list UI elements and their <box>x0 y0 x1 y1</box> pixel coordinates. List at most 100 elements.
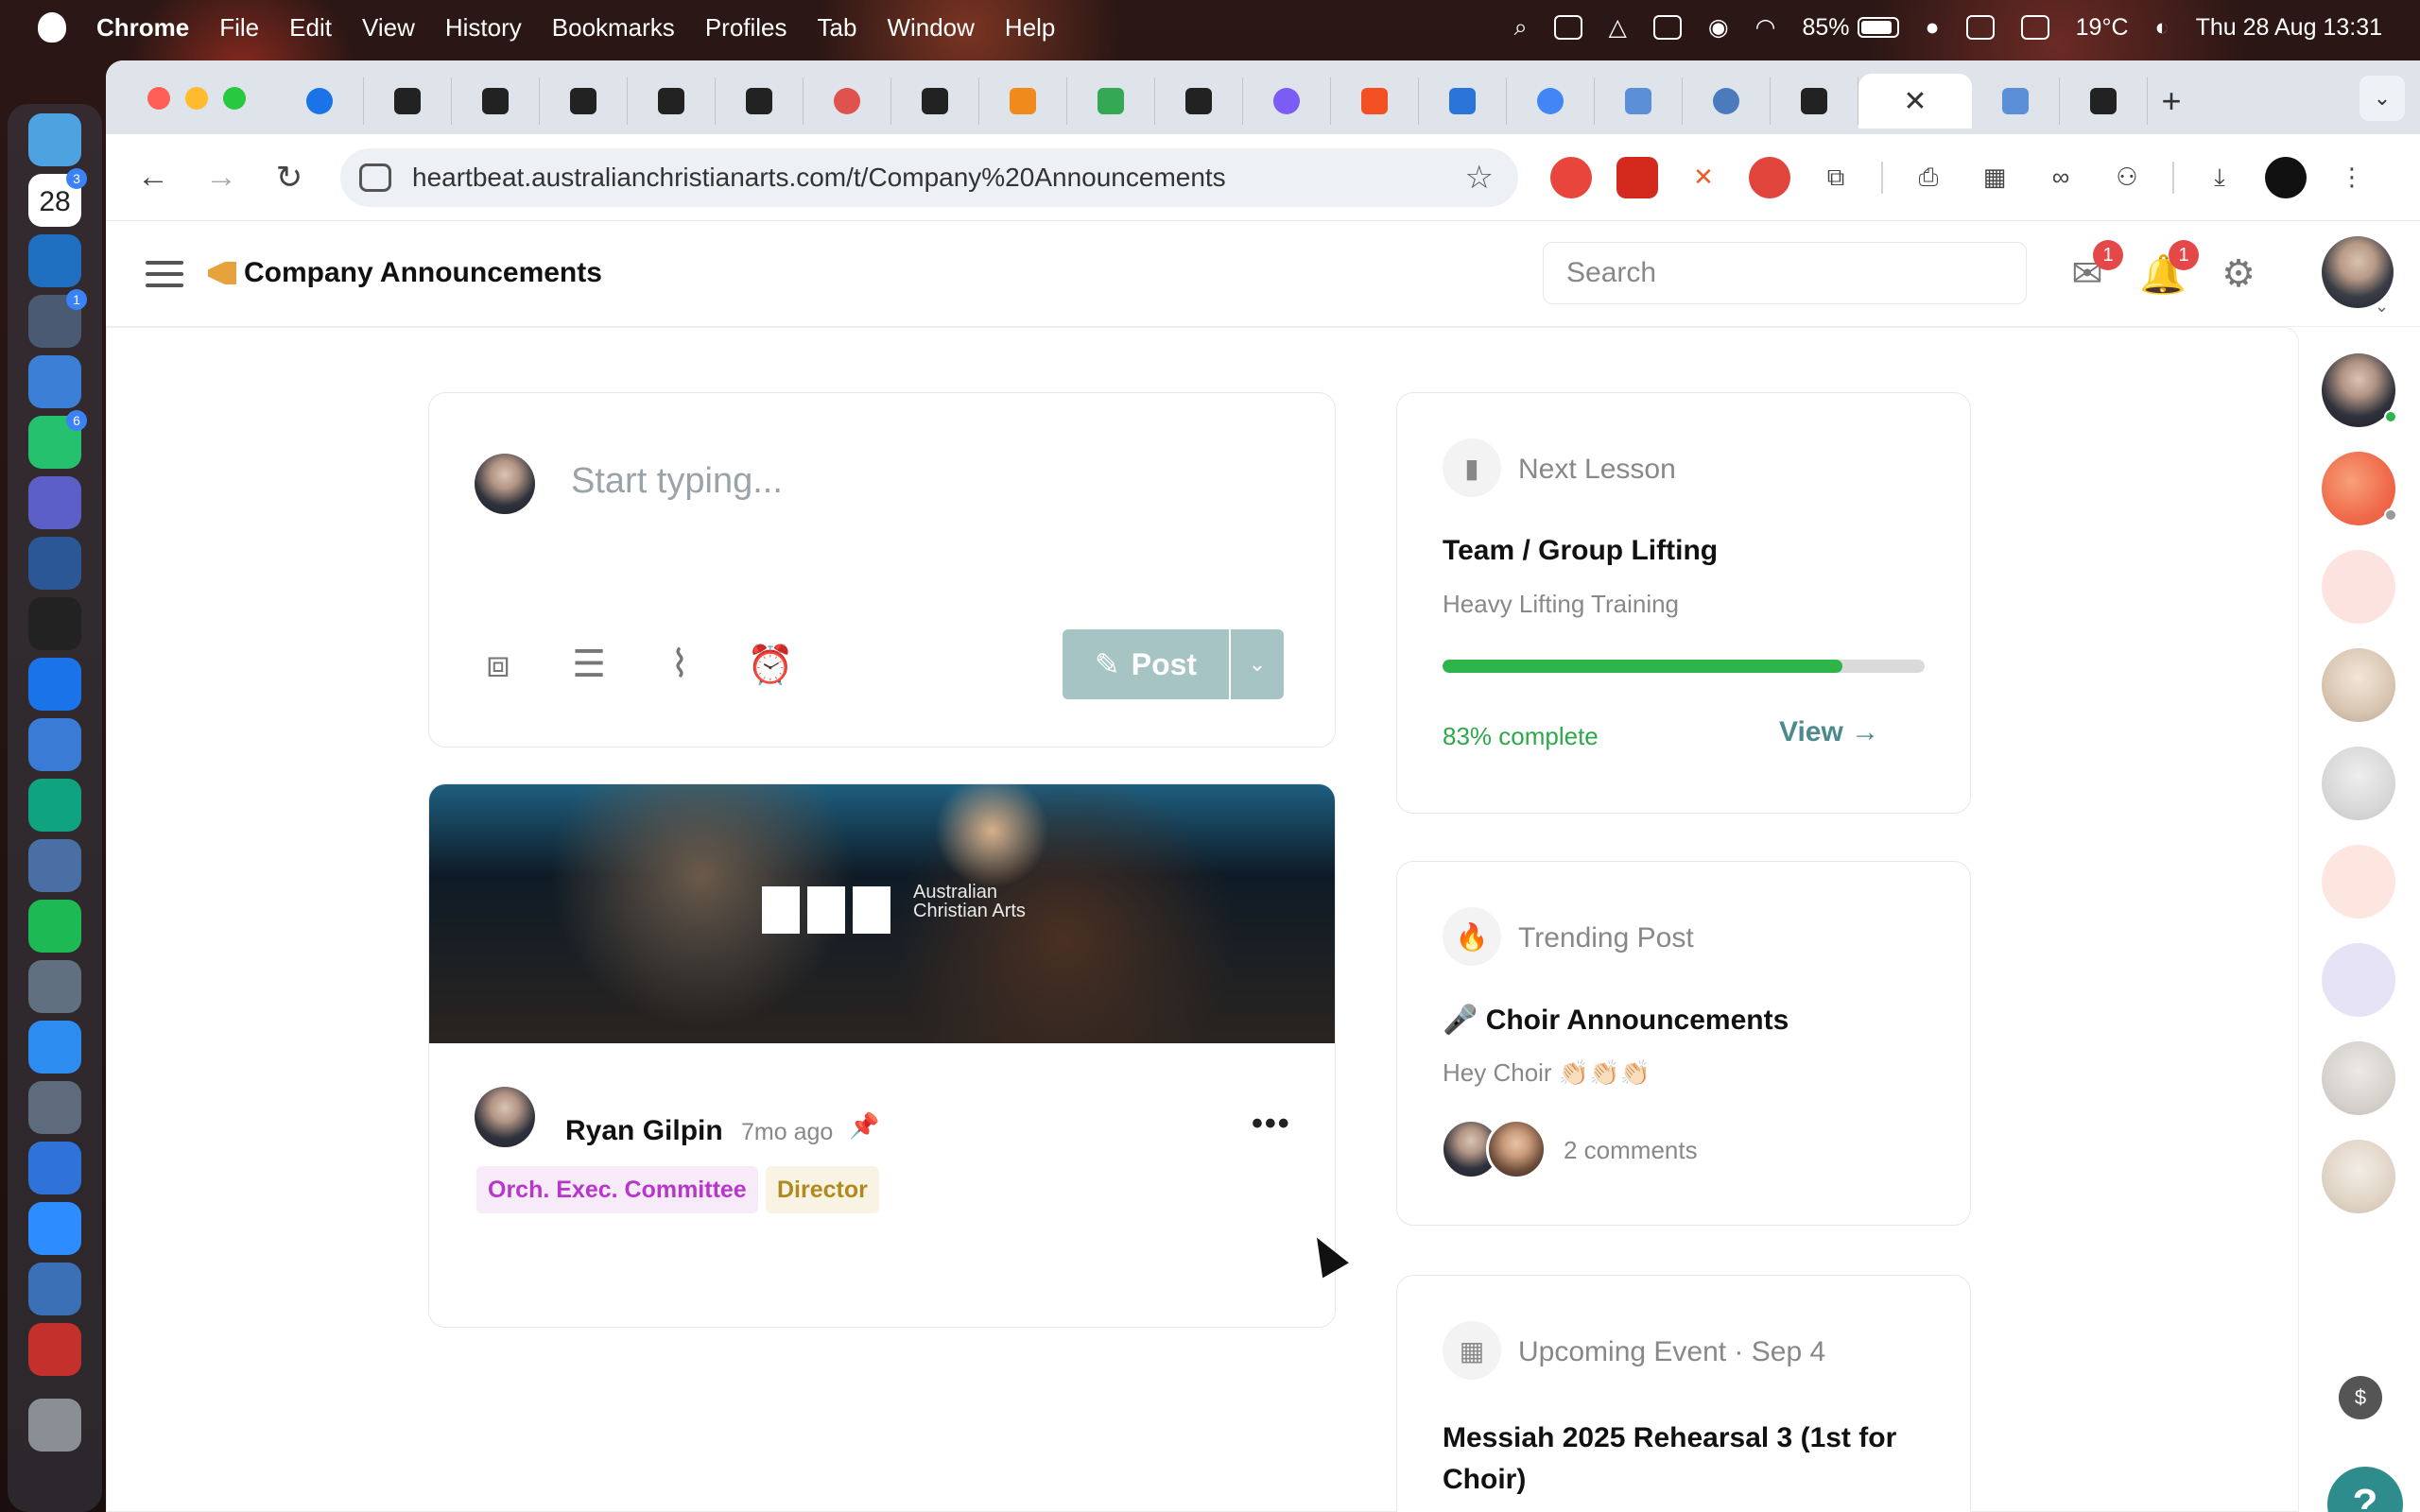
new-tab-button[interactable]: + <box>2148 77 2195 125</box>
screen-mirroring-icon[interactable] <box>1553 15 1582 40</box>
inbox-icon[interactable]: ✉ 1 <box>2065 240 2123 297</box>
weather-status[interactable]: 19°C <box>2076 14 2129 42</box>
comments-count[interactable]: 2 comments <box>1564 1136 1698 1165</box>
tab[interactable] <box>1419 77 1507 125</box>
link-icon[interactable]: ∞ <box>2040 157 2082 198</box>
next-lesson-card[interactable]: ▮ Next Lesson Team / Group Lifting Heavy… <box>1396 392 1971 814</box>
tab-search-chevron-icon[interactable]: ⌄ <box>2360 76 2405 121</box>
menu-view[interactable]: View <box>362 13 415 43</box>
back-arrow-icon[interactable]: ← <box>132 157 174 198</box>
whatsapp-icon[interactable]: 6 <box>28 410 87 469</box>
minimize-window-icon[interactable] <box>185 87 208 110</box>
menu-tab[interactable]: Tab <box>818 13 857 43</box>
menu-window[interactable]: Window <box>887 13 974 43</box>
member-avatar[interactable] <box>2322 648 2395 722</box>
upcoming-event-card[interactable]: ▦ Upcoming Event · Sep 4 Messiah 2025 Re… <box>1396 1275 1971 1512</box>
tab[interactable] <box>364 77 452 125</box>
tab[interactable] <box>1972 77 2060 125</box>
acrobat-extension-icon[interactable] <box>1616 156 1658 198</box>
notifications-bell-icon[interactable]: 🔔 1 <box>2139 240 2199 297</box>
tab[interactable] <box>2060 77 2148 125</box>
site-info-icon[interactable] <box>359 163 391 192</box>
align-left-icon[interactable]: ☰ <box>567 643 611 686</box>
trending-post-card[interactable]: 🔥 Trending Post 🎤 Choir Announcements He… <box>1396 861 1971 1226</box>
member-avatar[interactable] <box>2322 550 2395 624</box>
tab[interactable] <box>1771 77 1858 125</box>
menu-help[interactable]: Help <box>1005 13 1055 43</box>
view-lesson-link[interactable]: View → <box>1779 716 1879 748</box>
menu-history[interactable]: History <box>445 13 522 43</box>
incognito-icon[interactable]: ⚇ <box>2106 157 2148 198</box>
member-avatar[interactable] <box>2322 943 2395 1017</box>
spotlight-search-icon[interactable]: ⌕ <box>1514 14 1528 42</box>
trending-title[interactable]: 🎤 Choir Announcements <box>1443 1004 1789 1037</box>
acrobat-icon[interactable] <box>28 1323 81 1376</box>
post-card[interactable]: Australian Christian Arts Ryan Gilpin 7m… <box>428 783 1336 1328</box>
hamburger-menu-icon[interactable] <box>146 261 183 291</box>
browser-app-icon[interactable] <box>28 355 81 408</box>
tab[interactable] <box>979 77 1067 125</box>
chatgpt-icon[interactable] <box>28 779 81 832</box>
tab[interactable] <box>1331 77 1419 125</box>
menubar-clock[interactable]: Thu 28 Aug 13:31 <box>2196 14 2382 42</box>
post-options-chevron-icon[interactable]: ⌄ <box>1231 629 1284 699</box>
tab[interactable] <box>628 77 716 125</box>
member-avatar[interactable] <box>2322 845 2395 919</box>
close-window-icon[interactable] <box>147 87 170 110</box>
post-button[interactable]: ✎ Post <box>1063 629 1229 699</box>
finder-icon[interactable] <box>28 113 81 166</box>
control-center-icon[interactable]: ◐ <box>2155 14 2169 42</box>
battery-status[interactable]: 85% <box>1802 14 1899 42</box>
zoom-icon[interactable] <box>28 1202 81 1255</box>
member-avatar[interactable] <box>2322 1041 2395 1115</box>
tab-active[interactable]: ✕ <box>1858 74 1972 129</box>
tab[interactable] <box>540 77 628 125</box>
money-bag-icon[interactable]: $ <box>2339 1376 2382 1419</box>
teams-icon[interactable] <box>28 476 81 529</box>
forward-arrow-icon[interactable]: → <box>200 157 242 198</box>
app-store-icon[interactable] <box>28 718 81 771</box>
search-input[interactable]: Search <box>1543 242 2027 304</box>
messages-icon[interactable]: 1 <box>28 289 87 348</box>
help-icon[interactable]: ? <box>2327 1467 2403 1512</box>
outlook-icon[interactable] <box>28 234 81 287</box>
extension-icon[interactable] <box>1749 156 1790 198</box>
chrome-menu-icon[interactable]: ⋮ <box>2331 157 2373 198</box>
print-icon[interactable]: ⎙ <box>1908 157 1949 198</box>
url-text[interactable]: heartbeat.australianchristianarts.com/t/… <box>412 163 1226 193</box>
tab[interactable] <box>1683 77 1771 125</box>
creative-cloud-icon[interactable] <box>28 1263 81 1315</box>
extension-icon[interactable]: ✕ <box>1683 157 1724 198</box>
paperclip-icon[interactable]: ⌇ <box>658 643 701 686</box>
post-author[interactable]: Ryan Gilpin <box>565 1115 723 1147</box>
calendar-icon[interactable]: 28 3 <box>28 168 87 227</box>
puzzle-extensions-icon[interactable]: ⧉ <box>1815 157 1857 198</box>
menu-app-name[interactable]: Chrome <box>96 13 189 43</box>
tab[interactable] <box>804 77 891 125</box>
qr-code-icon[interactable]: ▦ <box>1974 157 2015 198</box>
bookmark-star-icon[interactable]: ☆ <box>1465 159 1494 197</box>
tab[interactable] <box>1243 77 1331 125</box>
chevron-down-icon[interactable]: ⌄ <box>2375 297 2389 317</box>
reload-icon[interactable]: ↻ <box>268 157 310 198</box>
alarm-clock-icon[interactable]: ⏰ <box>747 643 794 686</box>
health-icon[interactable] <box>28 1021 81 1074</box>
close-tab-icon[interactable]: ✕ <box>1903 85 1927 118</box>
word-icon[interactable] <box>28 537 81 590</box>
settings-gear-icon[interactable]: ⚙ <box>2216 251 2261 297</box>
zoom-window-icon[interactable] <box>223 87 246 110</box>
tab[interactable] <box>276 77 364 125</box>
member-avatar[interactable] <box>2322 1140 2395 1213</box>
tab[interactable] <box>1507 77 1595 125</box>
profile-icon[interactable] <box>2265 156 2307 198</box>
spotify-icon[interactable] <box>28 900 81 953</box>
airdrop-icon[interactable]: ◉ <box>1708 13 1729 42</box>
menu-file[interactable]: File <box>219 13 259 43</box>
grid-app-icon[interactable] <box>1965 15 1995 40</box>
tab[interactable] <box>1155 77 1243 125</box>
siri-icon[interactable]: ● <box>1926 14 1940 42</box>
code-block-icon[interactable]: ⧈ <box>476 643 520 686</box>
notion-icon[interactable] <box>28 597 81 650</box>
menu-profiles[interactable]: Profiles <box>705 13 787 43</box>
tab[interactable] <box>452 77 540 125</box>
